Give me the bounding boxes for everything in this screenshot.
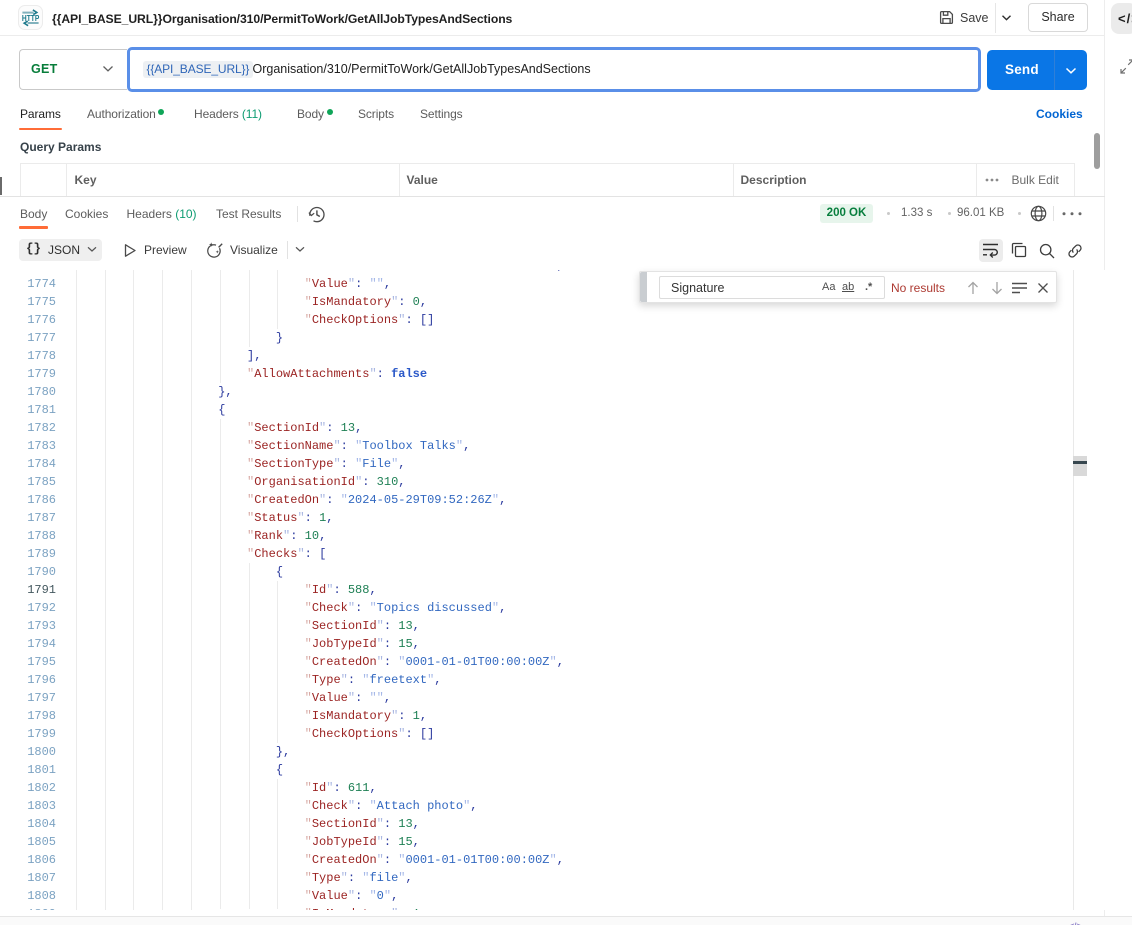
svg-text:HTTP: HTTP: [22, 14, 39, 23]
